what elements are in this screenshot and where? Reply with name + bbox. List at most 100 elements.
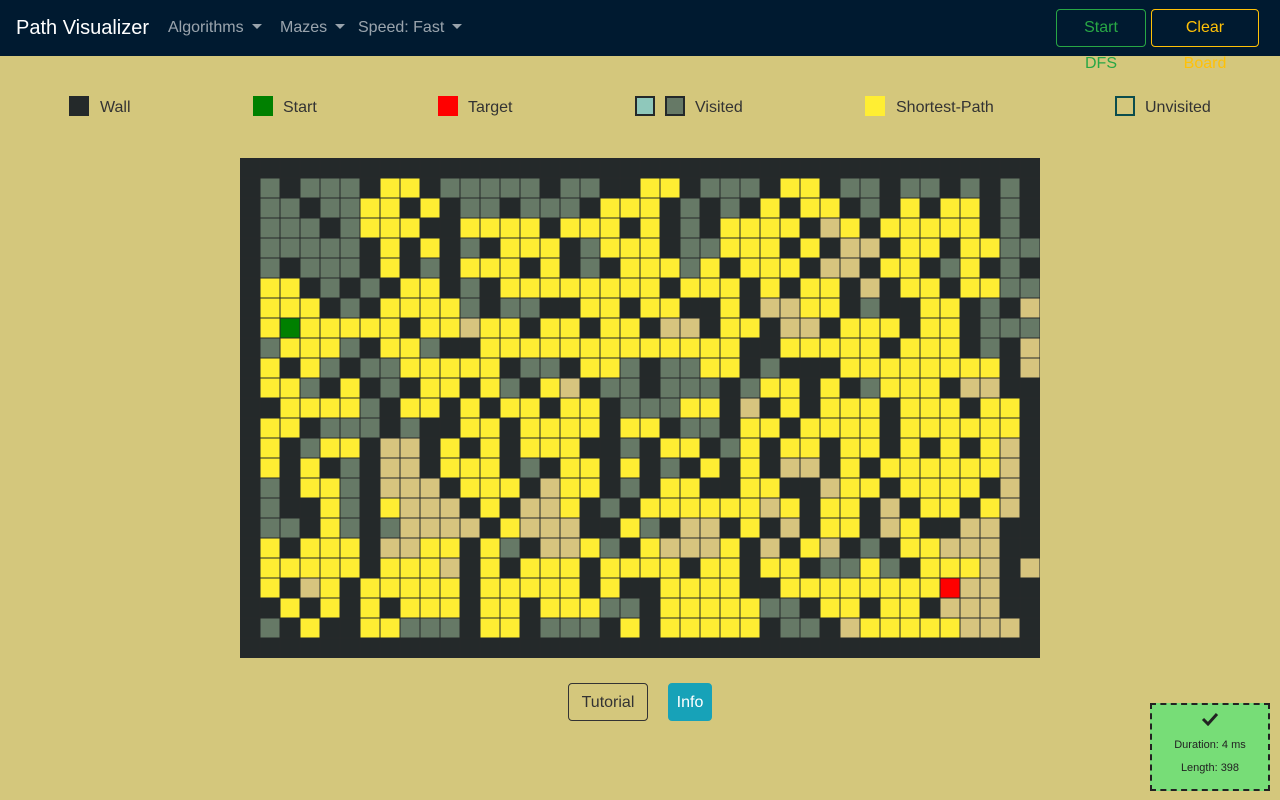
shortest-path-cell[interactable] — [259, 557, 281, 579]
wall-cell[interactable] — [319, 457, 341, 479]
shortest-path-cell[interactable] — [639, 497, 661, 519]
shortest-path-cell[interactable] — [839, 317, 861, 339]
shortest-path-cell[interactable] — [539, 277, 561, 299]
visited-cell[interactable] — [719, 437, 741, 459]
visited-cell[interactable] — [379, 457, 401, 479]
visited-cell[interactable] — [939, 257, 961, 279]
wall-cell[interactable] — [399, 637, 421, 658]
shortest-path-cell[interactable] — [499, 217, 521, 239]
visited-cell[interactable] — [659, 457, 681, 479]
visited-cell[interactable] — [979, 317, 1001, 339]
wall-cell[interactable] — [299, 517, 321, 539]
shortest-path-cell[interactable] — [959, 197, 981, 219]
wall-cell[interactable] — [879, 397, 901, 419]
wall-cell[interactable] — [459, 537, 481, 559]
wall-cell[interactable] — [279, 177, 301, 199]
wall-cell[interactable] — [359, 377, 381, 399]
wall-cell[interactable] — [759, 637, 781, 658]
wall-cell[interactable] — [959, 397, 981, 419]
shortest-path-cell[interactable] — [899, 477, 921, 499]
visited-cell[interactable] — [759, 597, 781, 619]
shortest-path-cell[interactable] — [479, 557, 501, 579]
visited-cell[interactable] — [859, 297, 881, 319]
visited-cell[interactable] — [259, 617, 281, 639]
wall-cell[interactable] — [859, 637, 881, 658]
visited-cell[interactable] — [459, 517, 481, 539]
shortest-path-cell[interactable] — [439, 457, 461, 479]
visited-cell[interactable] — [339, 477, 361, 499]
wall-cell[interactable] — [899, 557, 921, 579]
shortest-path-cell[interactable] — [799, 337, 821, 359]
visited-cell[interactable] — [399, 537, 421, 559]
shortest-path-cell[interactable] — [959, 237, 981, 259]
wall-cell[interactable] — [439, 277, 461, 299]
shortest-path-cell[interactable] — [479, 597, 501, 619]
wall-cell[interactable] — [240, 237, 261, 259]
shortest-path-cell[interactable] — [919, 577, 941, 599]
wall-cell[interactable] — [339, 357, 361, 379]
shortest-path-cell[interactable] — [699, 397, 721, 419]
visited-cell[interactable] — [539, 497, 561, 519]
shortest-path-cell[interactable] — [799, 297, 821, 319]
visited-cell[interactable] — [519, 197, 541, 219]
wall-cell[interactable] — [879, 477, 901, 499]
wall-cell[interactable] — [799, 377, 821, 399]
wall-cell[interactable] — [839, 637, 861, 658]
shortest-path-cell[interactable] — [739, 617, 761, 639]
shortest-path-cell[interactable] — [479, 357, 501, 379]
wall-cell[interactable] — [479, 277, 501, 299]
wall-cell[interactable] — [359, 537, 381, 559]
wall-cell[interactable] — [599, 397, 621, 419]
shortest-path-cell[interactable] — [519, 417, 541, 439]
shortest-path-cell[interactable] — [619, 277, 641, 299]
shortest-path-cell[interactable] — [699, 557, 721, 579]
visited-cell[interactable] — [679, 357, 701, 379]
wall-cell[interactable] — [240, 197, 261, 219]
wall-cell[interactable] — [959, 497, 981, 519]
shortest-path-cell[interactable] — [979, 277, 1001, 299]
wall-cell[interactable] — [519, 537, 541, 559]
wall-cell[interactable] — [240, 217, 261, 239]
visited-cell[interactable] — [499, 377, 521, 399]
wall-cell[interactable] — [639, 377, 661, 399]
wall-cell[interactable] — [1019, 437, 1040, 459]
wall-cell[interactable] — [659, 158, 681, 179]
wall-cell[interactable] — [919, 517, 941, 539]
wall-cell[interactable] — [299, 597, 321, 619]
wall-cell[interactable] — [1019, 537, 1040, 559]
visited-cell[interactable] — [739, 397, 761, 419]
shortest-path-cell[interactable] — [639, 197, 661, 219]
wall-cell[interactable] — [639, 357, 661, 379]
shortest-path-cell[interactable] — [419, 277, 441, 299]
wall-cell[interactable] — [439, 257, 461, 279]
shortest-path-cell[interactable] — [659, 437, 681, 459]
visited-cell[interactable] — [559, 517, 581, 539]
shortest-path-cell[interactable] — [679, 617, 701, 639]
shortest-path-cell[interactable] — [679, 277, 701, 299]
wall-cell[interactable] — [519, 637, 541, 658]
visited-cell[interactable] — [859, 277, 881, 299]
visited-cell[interactable] — [639, 517, 661, 539]
shortest-path-cell[interactable] — [359, 317, 381, 339]
target-node[interactable] — [939, 577, 961, 599]
visited-cell[interactable] — [599, 597, 621, 619]
shortest-path-cell[interactable] — [819, 277, 841, 299]
shortest-path-cell[interactable] — [839, 457, 861, 479]
visited-cell[interactable] — [399, 517, 421, 539]
wall-cell[interactable] — [459, 337, 481, 359]
visited-cell[interactable] — [319, 177, 341, 199]
visited-cell[interactable] — [259, 197, 281, 219]
visited-cell[interactable] — [339, 297, 361, 319]
wall-cell[interactable] — [959, 337, 981, 359]
shortest-path-cell[interactable] — [919, 457, 941, 479]
visited-cell[interactable] — [299, 257, 321, 279]
shortest-path-cell[interactable] — [639, 257, 661, 279]
shortest-path-cell[interactable] — [259, 277, 281, 299]
shortest-path-cell[interactable] — [519, 277, 541, 299]
shortest-path-cell[interactable] — [759, 377, 781, 399]
shortest-path-cell[interactable] — [419, 297, 441, 319]
shortest-path-cell[interactable] — [359, 197, 381, 219]
wall-cell[interactable] — [1019, 637, 1040, 658]
wall-cell[interactable] — [939, 177, 961, 199]
wall-cell[interactable] — [839, 297, 861, 319]
